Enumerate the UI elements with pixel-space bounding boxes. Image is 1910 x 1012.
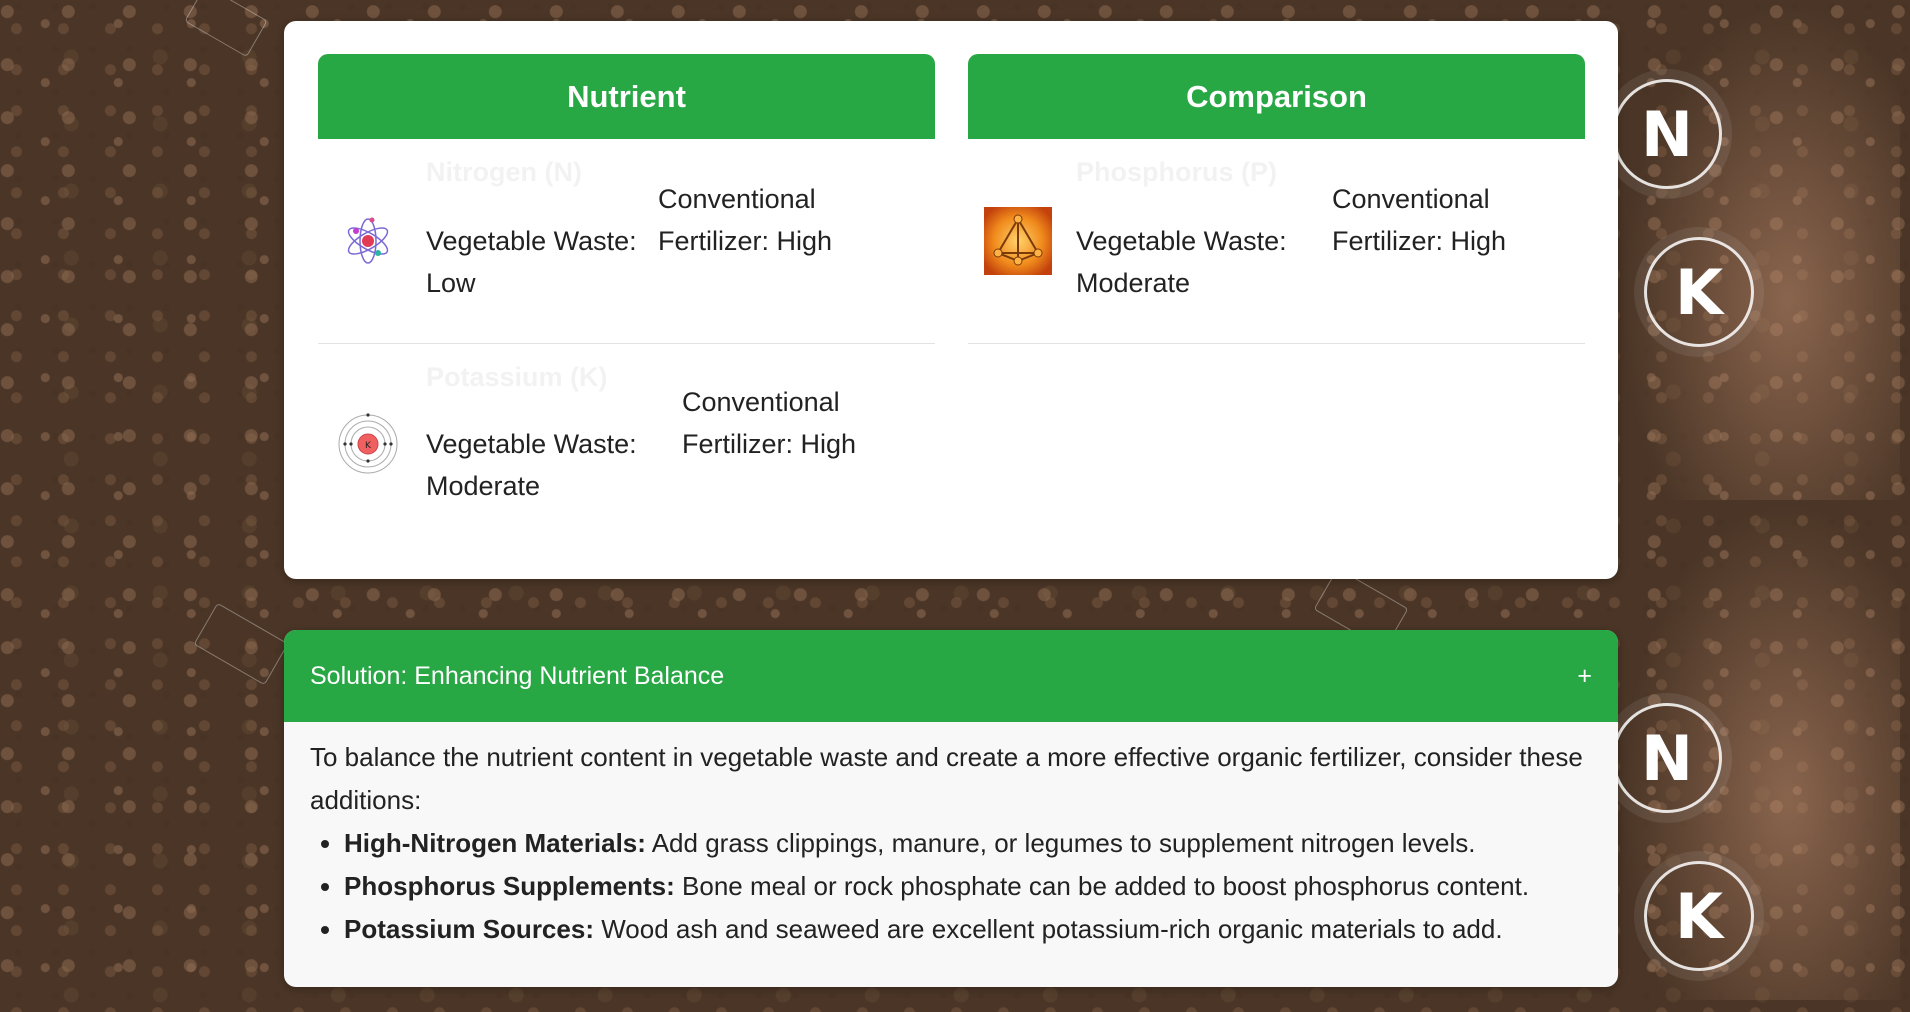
conventional-value: Conventional Fertilizer: High [682, 387, 857, 459]
phosphorus-molecule-icon [984, 207, 1052, 275]
comparison-row: Phosphorus (P) Vegetable Waste: Moderate… [968, 139, 1585, 344]
npk-badge: N [1612, 79, 1722, 189]
nutrient-name: Phosphorus (P) [1076, 157, 1277, 187]
nutrient-header: Nutrient [318, 54, 935, 139]
list-item-text: Add grass clippings, manure, or legumes … [645, 828, 1476, 858]
solution-panel: Solution: Enhancing Nutrient Balance + T… [284, 630, 1618, 987]
hex-pattern [184, 0, 268, 58]
conventional-value: Conventional Fertilizer: High [1332, 184, 1507, 256]
conventional-cell: Conventional Fertilizer: High [658, 178, 878, 304]
expand-toggle-icon[interactable]: + [1577, 662, 1592, 691]
vegetable-waste-value: Vegetable Waste: Moderate [1076, 226, 1287, 298]
nutrient-row: Potassium (K) K Vegetable Waste: Moderat… [318, 344, 935, 544]
nutrient-name: Nitrogen (N) [426, 157, 582, 187]
list-item-label: Phosphorus Supplements: [344, 871, 675, 901]
nutrient-row: Nitrogen (N) Vegetable Waste: Low Conven… [318, 139, 935, 344]
solution-content: To balance the nutrient content in veget… [284, 722, 1618, 951]
list-item-label: Potassium Sources: [344, 914, 594, 944]
npk-badge: K [1644, 237, 1754, 347]
vegetable-waste-cell: Vegetable Waste: Moderate [426, 381, 682, 507]
vegetable-waste-cell: Vegetable Waste: Low [426, 178, 658, 304]
solution-intro: To balance the nutrient content in veget… [310, 742, 1583, 815]
list-item: Potassium Sources: Wood ash and seaweed … [344, 908, 1592, 951]
atom-icon [334, 207, 402, 275]
list-item: High-Nitrogen Materials: Add grass clipp… [344, 822, 1592, 865]
comparison-card: Nutrient Nitrogen (N) Vegetable Waste: L… [284, 21, 1618, 579]
npk-badge: K [1644, 861, 1754, 971]
list-item-label: High-Nitrogen Materials: [344, 828, 646, 858]
potassium-atom-icon: K [334, 410, 402, 478]
vegetable-waste-value: Vegetable Waste: Low [426, 226, 637, 298]
nutrient-column: Nutrient Nitrogen (N) Vegetable Waste: L… [318, 54, 935, 544]
list-item: Phosphorus Supplements: Bone meal or roc… [344, 865, 1592, 908]
solution-accordion-header[interactable]: Solution: Enhancing Nutrient Balance + [284, 630, 1618, 722]
comparison-column: Comparison Phosphorus (P) Vegetable Wast… [968, 54, 1585, 344]
hex-pattern [193, 602, 289, 686]
list-item-text: Bone meal or rock phosphate can be added… [674, 871, 1530, 901]
solution-list: High-Nitrogen Materials: Add grass clipp… [310, 822, 1592, 951]
comparison-header: Comparison [968, 54, 1585, 139]
conventional-value: Conventional Fertilizer: High [658, 184, 833, 256]
conventional-cell: Conventional Fertilizer: High [682, 381, 882, 507]
solution-title: Solution: Enhancing Nutrient Balance [310, 661, 725, 690]
conventional-cell: Conventional Fertilizer: High [1332, 178, 1552, 304]
list-item-text: Wood ash and seaweed are excellent potas… [593, 914, 1503, 944]
vegetable-waste-cell: Vegetable Waste: Moderate [1076, 178, 1332, 304]
npk-badge: N [1612, 703, 1722, 813]
nutrient-name: Potassium (K) [426, 362, 608, 392]
vegetable-waste-value: Vegetable Waste: Moderate [426, 429, 637, 501]
